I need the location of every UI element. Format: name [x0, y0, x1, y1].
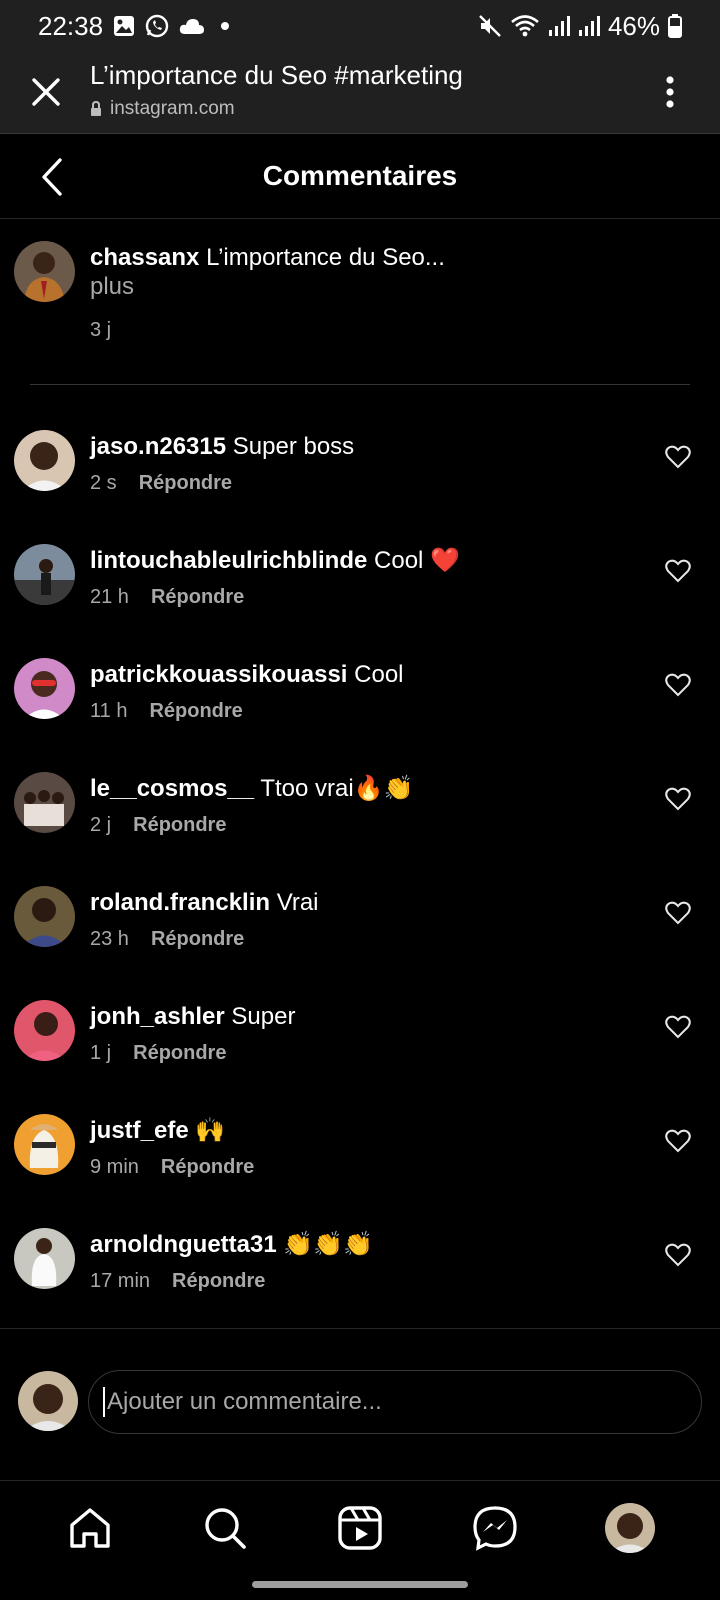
heart-icon[interactable] [665, 1243, 691, 1267]
reels-icon[interactable] [335, 1503, 385, 1553]
comment-time: 11 h [90, 700, 128, 722]
heart-icon[interactable] [665, 673, 691, 697]
reply-button[interactable]: Répondre [151, 586, 244, 609]
comment-text: Vrai [276, 889, 319, 916]
profile-avatar[interactable] [605, 1503, 655, 1553]
comment-username[interactable]: justf_efe [90, 1117, 189, 1144]
avatar[interactable] [14, 544, 75, 605]
reply-button[interactable]: Répondre [133, 814, 226, 837]
status-bar: 22:38 46% [0, 0, 720, 52]
browser-url-text: instagram.com [110, 98, 235, 119]
comment-text: Super boss [232, 433, 355, 460]
avatar[interactable] [14, 1114, 75, 1175]
comment-input[interactable]: Ajouter un commentaire... [88, 1370, 702, 1434]
avatar[interactable] [14, 241, 75, 302]
avatar[interactable] [14, 772, 75, 833]
post-caption: chassanx L’importance du Seo... plus 3 j [0, 219, 720, 384]
comment-time: 17 min [90, 1270, 151, 1292]
lock-icon [91, 101, 101, 116]
reply-button[interactable]: Répondre [172, 1270, 265, 1293]
comment-text: Super [231, 1003, 296, 1030]
heart-icon[interactable] [665, 901, 691, 925]
comment-text: Cool [354, 661, 404, 688]
avatar [18, 1371, 78, 1431]
divider [30, 384, 690, 385]
avatar[interactable] [14, 430, 75, 491]
back-arrow-icon[interactable] [36, 156, 72, 198]
battery-icon [668, 14, 682, 38]
page-title: Commentaires [262, 160, 458, 191]
comment-item: arnoldnguetta31 👏👏👏 17 min Répondre [0, 1228, 720, 1344]
browser-page-title: L’importance du Seo #marketing [90, 60, 463, 90]
messenger-icon[interactable] [470, 1503, 520, 1553]
text-caret [103, 1387, 105, 1417]
avatar[interactable] [14, 1000, 75, 1061]
caption-text: L’importance du Seo... [206, 244, 445, 271]
more-link[interactable]: plus [90, 273, 134, 301]
caption-username[interactable]: chassanx [90, 244, 199, 271]
caption-time: 3 j [90, 319, 112, 341]
comment-time: 2 s [90, 472, 117, 494]
comment-time: 9 min [90, 1156, 139, 1178]
comment-item: lintouchableulrichblinde Cool ❤️ 21 h Rép… [0, 544, 720, 660]
comment-username[interactable]: arnoldnguetta31 [90, 1231, 277, 1258]
home-indicator[interactable] [252, 1581, 468, 1588]
comment-username[interactable]: le__cosmos__ [90, 775, 254, 802]
comment-username[interactable]: jonh_ashler [90, 1003, 225, 1030]
reply-button[interactable]: Répondre [133, 1042, 226, 1065]
signal-icon [548, 15, 570, 37]
comment-text: 👏👏👏 [283, 1231, 374, 1258]
reply-button[interactable]: Répondre [161, 1156, 254, 1179]
battery-percent: 46% [607, 10, 660, 41]
browser-url: instagram.com [90, 98, 235, 120]
gallery-icon [113, 15, 135, 37]
signal-icon-2 [578, 15, 600, 37]
cloud-icon [179, 17, 205, 35]
notification-dot-icon [221, 22, 230, 30]
comment-item: justf_efe 🙌 9 min Répondre [0, 1114, 720, 1230]
more-vert-icon[interactable] [660, 72, 680, 112]
comment-time: 1 j [90, 1042, 112, 1064]
comment-time: 23 h [90, 928, 129, 950]
close-icon[interactable] [26, 72, 66, 112]
heart-icon[interactable] [665, 787, 691, 811]
wifi-icon [510, 14, 540, 38]
reply-button[interactable]: Répondre [139, 472, 232, 495]
comments-header: Commentaires [0, 134, 720, 219]
comment-text: Cool ❤️ [374, 547, 460, 574]
heart-icon[interactable] [665, 445, 691, 469]
comment-username[interactable]: roland.francklin [90, 889, 270, 916]
comment-input-placeholder: Ajouter un commentaire... [107, 1388, 382, 1415]
browser-toolbar: L’importance du Seo #marketing instagram… [0, 52, 720, 134]
reply-button[interactable]: Répondre [151, 928, 244, 951]
home-icon[interactable] [65, 1503, 115, 1553]
comment-username[interactable]: patrickkouassikouassi [90, 661, 347, 688]
comment-item: le__cosmos__ Ttoo vrai🔥👏 2 j Répondre [0, 772, 720, 888]
comment-item: jonh_ashler Super 1 j Répondre [0, 1000, 720, 1116]
heart-icon[interactable] [665, 559, 691, 583]
comment-text: Ttoo vrai🔥👏 [260, 775, 414, 802]
search-icon[interactable] [200, 1503, 250, 1553]
comment-username[interactable]: jaso.n26315 [90, 433, 226, 460]
heart-icon[interactable] [665, 1015, 691, 1039]
comment-time: 2 j [90, 814, 112, 836]
comment-item: jaso.n26315 Super boss 2 s Répondre [0, 430, 720, 546]
heart-icon[interactable] [665, 1129, 691, 1153]
status-time: 22:38 [38, 10, 104, 41]
avatar[interactable] [14, 886, 75, 947]
avatar[interactable] [14, 658, 75, 719]
comment-item: roland.francklin Vrai 23 h Répondre [0, 886, 720, 1002]
comment-composer: Ajouter un commentaire... [0, 1328, 720, 1480]
comment-text: 🙌 [195, 1117, 226, 1144]
comment-item: patrickkouassikouassi Cool 11 h Répondre [0, 658, 720, 774]
whatsapp-icon [145, 14, 169, 38]
mute-icon [478, 14, 502, 38]
avatar[interactable] [14, 1228, 75, 1289]
comment-username[interactable]: lintouchableulrichblinde [90, 547, 367, 574]
reply-button[interactable]: Répondre [149, 700, 242, 723]
comment-time: 21 h [90, 586, 129, 608]
